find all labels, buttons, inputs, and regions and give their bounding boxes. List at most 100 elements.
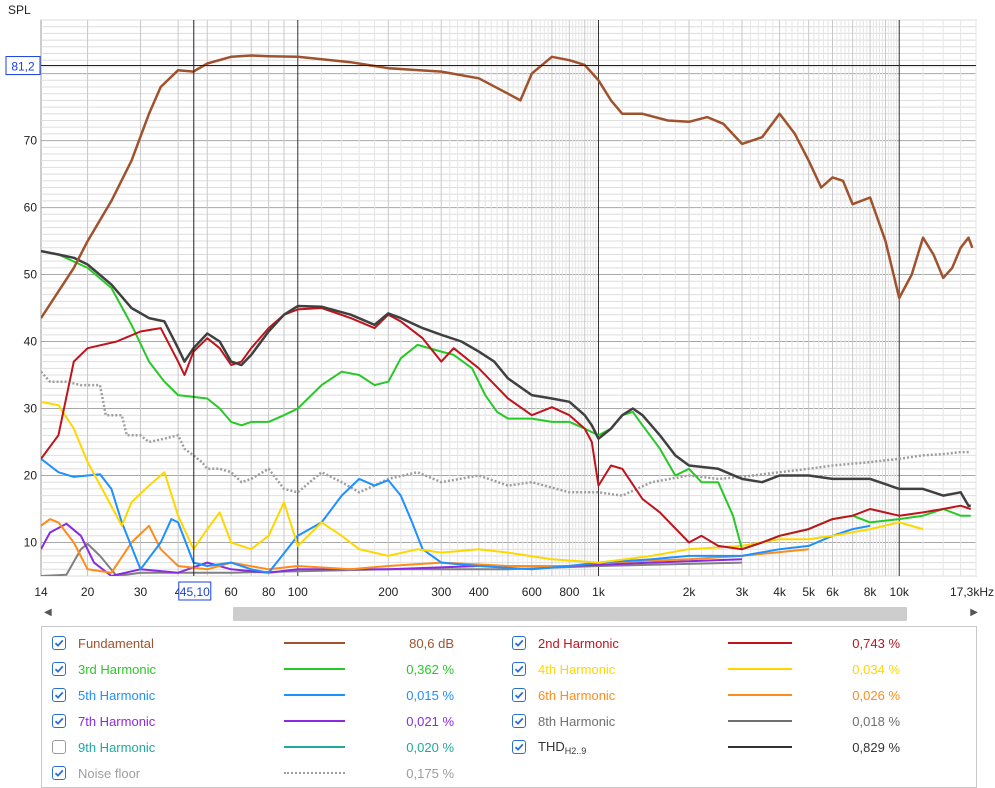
legend-checkbox[interactable] — [512, 688, 526, 702]
x-tick-label: 3k — [736, 585, 750, 599]
legend-item-subscript: H2..9 — [564, 745, 587, 756]
legend-checkbox[interactable] — [52, 636, 66, 650]
legend-item-name: Noise floor — [78, 766, 140, 781]
legend-checkbox[interactable] — [52, 740, 66, 754]
y-tick-label: 20 — [24, 469, 38, 483]
x-tick-label: 2k — [683, 585, 697, 599]
check-icon — [54, 691, 64, 699]
x-end-tick-label: 17,3kHz — [950, 585, 994, 599]
legend-item-name: 4th Harmonic — [538, 662, 615, 677]
check-icon — [54, 639, 64, 647]
x-tick-label: 400 — [469, 585, 489, 599]
check-icon — [54, 665, 64, 673]
cursor-x-readout: 45,10 — [180, 585, 210, 599]
legend-item: 9th Harmonic 0,020 % — [52, 736, 492, 758]
check-icon — [514, 639, 524, 647]
legend-item-label: 5th Harmonic — [78, 687, 156, 703]
y-tick-label: 50 — [24, 268, 38, 282]
legend-item-label: 6th Harmonic — [538, 687, 616, 703]
legend-line-swatch — [284, 668, 345, 670]
x-tick-label: 10k — [890, 585, 910, 599]
y-tick-label: 40 — [24, 335, 38, 349]
legend-item-name: 3rd Harmonic — [78, 662, 156, 677]
legend-line-swatch — [728, 746, 792, 748]
legend-checkbox[interactable] — [512, 740, 526, 754]
y-tick-label: 10 — [24, 536, 38, 550]
legend-item-value: 0,362 % — [406, 661, 454, 677]
chart-grid — [40, 19, 977, 577]
x-tick-label: 5k — [802, 585, 816, 599]
check-icon — [514, 743, 524, 751]
legend-item-name: THDH2..9 — [538, 739, 586, 756]
scroll-right-icon[interactable]: ▶ — [970, 607, 978, 618]
legend-item-value: 0,829 % — [852, 739, 900, 755]
chart-scrollbar[interactable]: ◀ ▶ — [41, 604, 981, 624]
x-tick-label: 600 — [522, 585, 542, 599]
legend-item-name: 6th Harmonic — [538, 688, 615, 703]
legend-line-swatch — [728, 694, 792, 696]
legend-item-name: 8th Harmonic — [538, 714, 615, 729]
x-tick-label: 60 — [224, 585, 238, 599]
legend-item-label: THD — [538, 738, 565, 754]
legend-item-label: 3rd Harmonic — [78, 661, 157, 677]
scroll-left-icon[interactable]: ◀ — [44, 607, 52, 618]
legend-item-value: 0,026 % — [852, 687, 900, 703]
legend-line-swatch — [284, 720, 345, 722]
legend-line-swatch — [284, 746, 345, 748]
legend-item: 5th Harmonic 0,015 % — [52, 684, 492, 706]
legend-item-value: 0,020 % — [406, 739, 454, 755]
y-axis-label: SPL — [8, 3, 31, 17]
legend-item-name: 5th Harmonic — [78, 688, 155, 703]
legend-item-label: 9th Harmonic — [78, 739, 156, 755]
legend-checkbox[interactable] — [52, 714, 66, 728]
y-tick-label: 60 — [24, 201, 38, 215]
legend-item-value: 0,034 % — [852, 661, 900, 677]
legend-item: 6th Harmonic 0,026 % — [512, 684, 952, 706]
y-tick-label: 70 — [24, 134, 38, 148]
legend-item-value: 0,743 % — [852, 635, 900, 651]
x-tick-label: 20 — [81, 585, 95, 599]
legend-item: THDH2..9 0,829 % — [512, 736, 952, 758]
legend-line-swatch — [728, 668, 792, 670]
legend-checkbox[interactable] — [52, 688, 66, 702]
legend-checkbox[interactable] — [52, 766, 66, 780]
legend-item-name: 7th Harmonic — [78, 714, 155, 729]
legend-item-label: 4th Harmonic — [538, 661, 616, 677]
x-tick-label: 100 — [288, 585, 308, 599]
legend-item-label: 7th Harmonic — [78, 713, 156, 729]
legend-item-name: 9th Harmonic — [78, 740, 155, 755]
legend-checkbox[interactable] — [52, 662, 66, 676]
legend-line-swatch — [728, 642, 792, 644]
legend-checkbox[interactable] — [512, 714, 526, 728]
x-tick-label: 200 — [378, 585, 398, 599]
plot-area — [40, 19, 977, 577]
legend-line-swatch — [284, 694, 345, 696]
legend-item: 3rd Harmonic 0,362 % — [52, 658, 492, 680]
legend-panel: Fundamental 80,6 dB 2nd Harmonic 0,743 % 3rd… — [41, 626, 977, 788]
check-icon — [514, 665, 524, 673]
x-tick-label: 6k — [826, 585, 840, 599]
legend-checkbox[interactable] — [512, 636, 526, 650]
legend-item-label: Noise floor — [78, 765, 141, 781]
y-tick-label: 30 — [24, 402, 38, 416]
legend-item: 7th Harmonic 0,021 % — [52, 710, 492, 732]
spl-chart[interactable]: SPL 1020304050607014 20 30 4 60 80 100 200 300 40… — [0, 0, 995, 604]
legend-checkbox[interactable] — [512, 662, 526, 676]
legend-line-swatch — [728, 720, 792, 722]
legend-item-value: 0,015 % — [406, 687, 454, 703]
legend-item-label: Fundamental — [78, 635, 154, 651]
x-tick-label: 4k — [773, 585, 787, 599]
cursor-y-readout: 81,2 — [11, 60, 35, 74]
legend-item-value: 0,018 % — [852, 713, 900, 729]
check-icon — [54, 717, 64, 725]
legend-line-swatch — [284, 642, 345, 644]
scrollbar-thumb[interactable] — [233, 607, 907, 621]
legend-item: 2nd Harmonic 0,743 % — [512, 632, 952, 654]
x-tick-label: 800 — [559, 585, 579, 599]
legend-item-value: 0,021 % — [406, 713, 454, 729]
legend-item-name: 2nd Harmonic — [538, 636, 619, 651]
legend-item: Fundamental 80,6 dB — [52, 632, 492, 654]
legend-item: 4th Harmonic 0,034 % — [512, 658, 952, 680]
legend-item: 8th Harmonic 0,018 % — [512, 710, 952, 732]
x-tick-label: 80 — [262, 585, 276, 599]
